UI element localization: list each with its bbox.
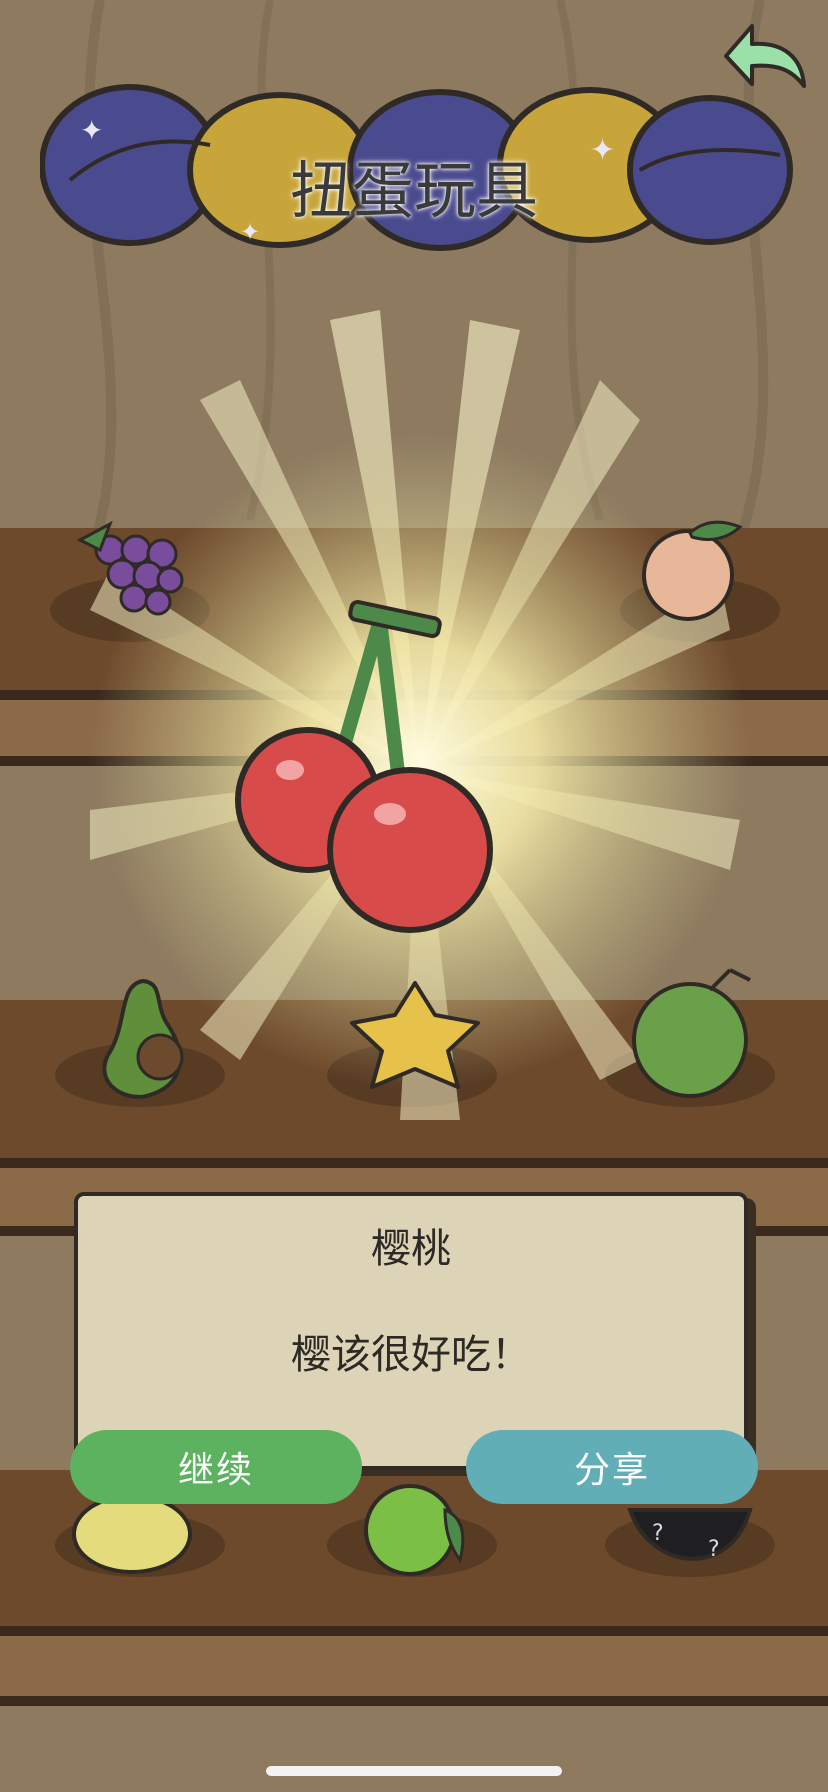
coconut-icon	[632, 968, 751, 1098]
cherry-icon	[235, 599, 493, 933]
svg-text:✦: ✦	[80, 114, 103, 147]
starfruit-icon	[350, 981, 480, 1089]
home-indicator	[266, 1766, 562, 1776]
share-button[interactable]: 分享	[466, 1430, 758, 1504]
dialog-title: 樱桃	[371, 1226, 451, 1272]
gacha-screen: ✦ ✦ ✦ 扭蛋玩具 ? ? 樱桃 樱该很好吃！ 继续 分享	[0, 0, 828, 1792]
continue-button[interactable]: 继续	[70, 1430, 362, 1504]
grapes-icon	[76, 520, 184, 616]
reward-dialog: 樱桃 樱该很好吃！	[74, 1192, 748, 1470]
avocado-icon	[102, 978, 184, 1099]
peach-icon	[642, 520, 743, 621]
svg-text:?: ?	[652, 1521, 664, 1546]
lime-icon	[364, 1484, 465, 1576]
dialog-message: 樱该很好吃！	[291, 1332, 531, 1378]
svg-text:?: ?	[708, 1537, 720, 1562]
back-arrow-icon[interactable]	[712, 16, 812, 96]
page-title: 扭蛋玩具	[289, 154, 538, 227]
